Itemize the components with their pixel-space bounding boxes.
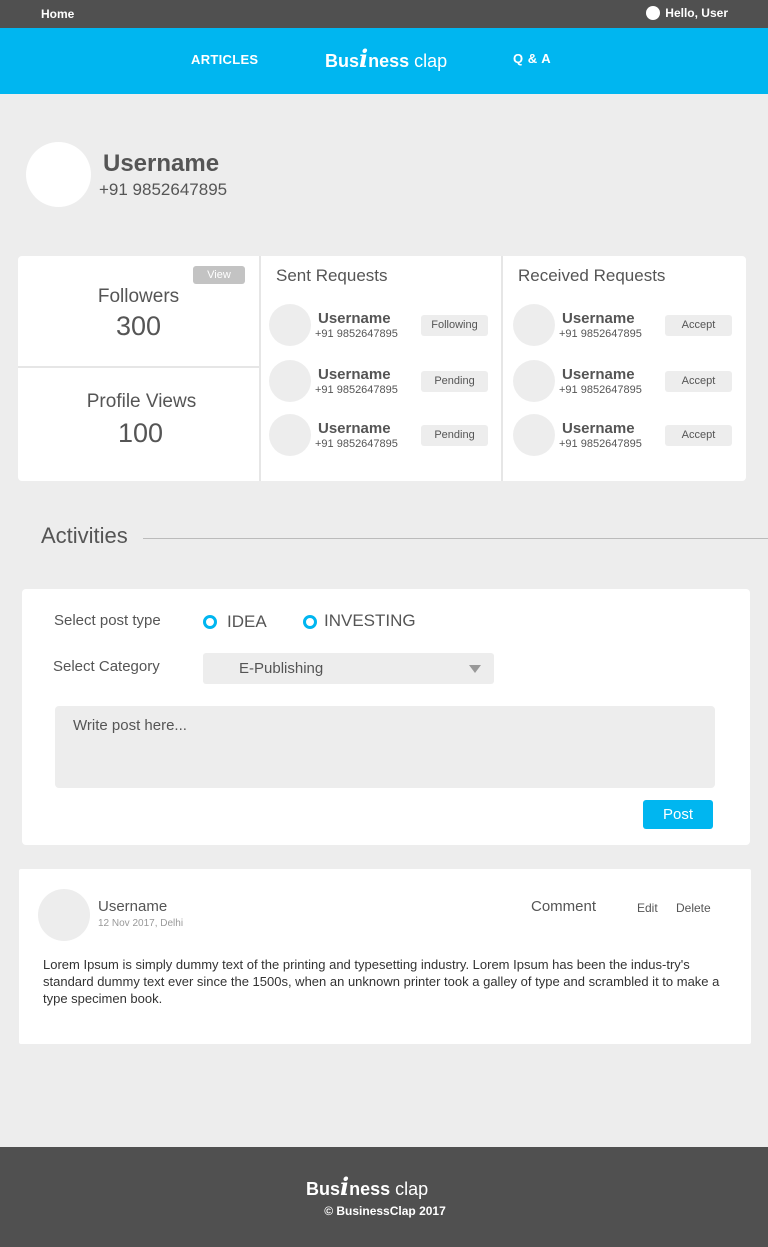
- request-phone: +91 9852647895: [559, 438, 642, 450]
- activities-heading: Activities: [41, 523, 128, 548]
- footer-logo[interactable]: Business clap: [306, 1172, 428, 1201]
- profile-name: Username: [103, 150, 220, 177]
- delete-link[interactable]: Delete: [676, 901, 711, 915]
- logo-part: Bus: [325, 51, 360, 71]
- category-value: E-Publishing: [239, 660, 324, 677]
- investing-radio-label[interactable]: INVESTING: [324, 611, 416, 631]
- category-select[interactable]: E-Publishing: [203, 653, 494, 684]
- avatar[interactable]: [513, 414, 555, 456]
- pending-button[interactable]: Pending: [421, 371, 488, 392]
- logo-part: ness: [349, 1179, 391, 1199]
- top-bar: Home Hello, User: [0, 0, 768, 28]
- investing-radio[interactable]: [303, 615, 317, 629]
- following-button[interactable]: Following: [421, 315, 488, 336]
- logo-part: Bus: [306, 1179, 341, 1199]
- column-divider: [501, 256, 503, 481]
- avatar[interactable]: [513, 304, 555, 346]
- profile-views-label: Profile Views: [86, 391, 197, 412]
- logo-part: ness: [368, 51, 410, 71]
- nav-articles-link[interactable]: ARTICLES: [191, 52, 258, 67]
- post-button[interactable]: Post: [643, 800, 713, 829]
- post-text-input[interactable]: [55, 706, 715, 788]
- idea-radio[interactable]: [203, 615, 217, 629]
- row-divider: [18, 366, 259, 368]
- request-username[interactable]: Username: [318, 420, 391, 437]
- request-phone: +91 9852647895: [315, 384, 398, 396]
- footer: Business clap © BusinessClap 2017: [0, 1147, 768, 1247]
- sent-requests-title: Sent Requests: [276, 266, 388, 285]
- profile-avatar: [26, 142, 91, 207]
- accept-button[interactable]: Accept: [665, 425, 732, 446]
- chevron-down-icon: [469, 665, 481, 673]
- request-phone: +91 9852647895: [315, 328, 398, 340]
- avatar[interactable]: [269, 304, 311, 346]
- received-request-row: Username +91 9852647895 Accept: [513, 360, 733, 402]
- followers-count: 300: [115, 311, 162, 341]
- create-post-card: Select post type IDEA INVESTING Select C…: [22, 589, 750, 845]
- user-avatar-icon: [646, 6, 661, 20]
- sent-request-row: Username +91 9852647895 Following: [269, 304, 489, 346]
- category-label: Select Category: [53, 658, 160, 675]
- heading-divider: [143, 538, 768, 539]
- logo-part: i: [359, 44, 369, 73]
- received-request-row: Username +91 9852647895 Accept: [513, 414, 733, 456]
- received-request-row: Username +91 9852647895 Accept: [513, 304, 733, 346]
- stats-card: View Followers 300 Profile Views 100 Sen…: [18, 256, 746, 481]
- avatar[interactable]: [269, 360, 311, 402]
- brand-logo[interactable]: Business clap: [325, 44, 447, 73]
- request-username[interactable]: Username: [562, 420, 635, 437]
- request-username[interactable]: Username: [562, 366, 635, 383]
- sent-request-row: Username +91 9852647895 Pending: [269, 414, 489, 456]
- avatar[interactable]: [513, 360, 555, 402]
- pending-button[interactable]: Pending: [421, 425, 488, 446]
- post-author[interactable]: Username: [98, 898, 167, 915]
- logo-part: clap: [390, 1179, 429, 1199]
- main-nav: ARTICLES Business clap Q & A: [0, 28, 768, 94]
- logo-part: i: [340, 1172, 350, 1201]
- post-type-label: Select post type: [54, 612, 161, 629]
- followers-label: Followers: [97, 286, 180, 307]
- user-greeting: Hello, User: [665, 6, 728, 20]
- idea-radio-label[interactable]: IDEA: [227, 612, 267, 632]
- received-requests-title: Received Requests: [518, 266, 666, 285]
- user-menu[interactable]: Hello, User: [646, 6, 728, 20]
- profile-phone: +91 9852647895: [99, 180, 228, 199]
- accept-button[interactable]: Accept: [665, 315, 732, 336]
- copyright: © BusinessClap 2017: [324, 1204, 446, 1218]
- view-followers-button[interactable]: View: [193, 266, 245, 284]
- sent-request-row: Username +91 9852647895 Pending: [269, 360, 489, 402]
- request-username[interactable]: Username: [318, 366, 391, 383]
- accept-button[interactable]: Accept: [665, 371, 732, 392]
- avatar[interactable]: [269, 414, 311, 456]
- logo-part: clap: [409, 51, 448, 71]
- request-username[interactable]: Username: [562, 310, 635, 327]
- avatar[interactable]: [38, 889, 90, 941]
- request-phone: +91 9852647895: [315, 438, 398, 450]
- home-link[interactable]: Home: [41, 7, 74, 21]
- request-phone: +91 9852647895: [559, 384, 642, 396]
- request-username[interactable]: Username: [318, 310, 391, 327]
- request-phone: +91 9852647895: [559, 328, 642, 340]
- post-body: Lorem Ipsum is simply dummy text of the …: [43, 957, 720, 1006]
- post-meta: 12 Nov 2017, Delhi: [98, 918, 184, 929]
- profile-views-count: 100: [117, 418, 164, 448]
- nav-qa-link[interactable]: Q & A: [513, 51, 551, 66]
- comment-link[interactable]: Comment: [531, 898, 596, 915]
- edit-link[interactable]: Edit: [637, 901, 658, 915]
- activity-post: Username 12 Nov 2017, Delhi Comment Edit…: [19, 869, 751, 1044]
